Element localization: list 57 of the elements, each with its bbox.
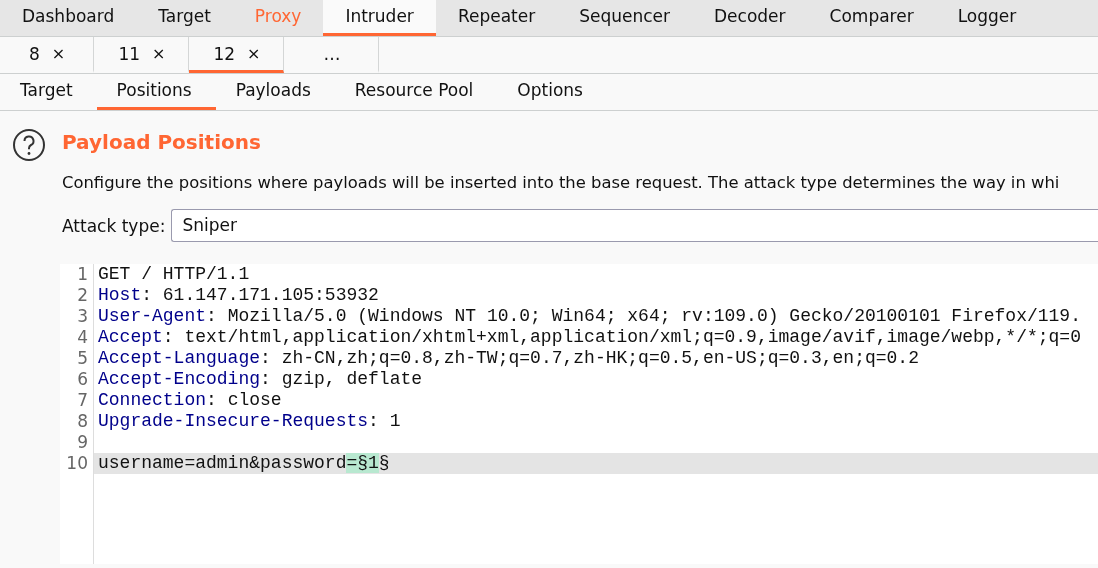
line-number: 1: [76, 264, 89, 285]
close-icon[interactable]: ×: [247, 44, 261, 63]
line-number: 8: [76, 411, 89, 432]
section-description: Configure the positions where payloads will be inserted into the base request. The attack type determines the way in whi: [62, 172, 1061, 194]
tab-label: 12: [213, 43, 236, 64]
header-name: Accept: [98, 327, 163, 347]
tab[interactable]: Target: [0, 74, 97, 110]
header-name: Connection: [98, 390, 207, 410]
header-value: : 61.147.171.105:53932: [141, 285, 379, 305]
attack-tab[interactable]: 12 ×: [189, 37, 284, 73]
tab-label: 8: [28, 43, 40, 64]
tab[interactable]: Logger: [935, 0, 1039, 36]
tab[interactable]: Intruder: [323, 0, 436, 36]
payload-marker: =§1: [346, 453, 379, 473]
tab[interactable]: Payloads: [215, 74, 335, 110]
tab-label: 11: [118, 43, 141, 64]
header-value: : zh-CN,zh;q=0.8,zh-TW;q=0.7,zh-HK;q=0.5,en-US;q=0.3,en;q=0.2: [260, 348, 919, 368]
header-name: Accept-Encoding: [98, 369, 261, 389]
line-number: 7: [76, 390, 89, 411]
line-number: 5: [76, 348, 89, 369]
code-text: username=admin&password: [98, 453, 347, 473]
close-icon[interactable]: ×: [51, 44, 66, 63]
tab[interactable]: Resource Pool: [334, 74, 498, 110]
tab[interactable]: Decoder: [692, 0, 808, 36]
line-number: 4: [76, 327, 89, 348]
attack-tab[interactable]: 8 ×: [0, 37, 94, 73]
tab[interactable]: Options: [497, 74, 607, 110]
close-icon[interactable]: ×: [152, 44, 166, 63]
tab[interactable]: Comparer: [807, 0, 936, 36]
header-name: Accept-Language: [98, 348, 261, 368]
header-value: : close: [206, 390, 282, 410]
line-number: 2: [76, 285, 89, 306]
attack-tab[interactable]: 11 ×: [94, 37, 189, 73]
attack-type-dropdown[interactable]: Sniper: [171, 209, 1098, 242]
line-number: 3: [76, 306, 89, 327]
tab[interactable]: Sequencer: [557, 0, 692, 36]
tab[interactable]: Positions: [96, 74, 216, 110]
code-line: GET / HTTP/1.1: [98, 264, 250, 284]
header-value: : text/html,application/xhtml+xml,application/xml;q=0.9,image/avif,image/webp,*/*;q=0: [162, 327, 1081, 347]
attack-tab[interactable]: …: [284, 37, 379, 73]
code-text: §: [378, 453, 390, 473]
line-number: 6: [76, 369, 89, 390]
tab-label: …: [323, 43, 341, 64]
header-name: User-Agent: [98, 306, 207, 326]
header-value: : Mozilla/5.0 (Windows NT 10.0; Win64; x64; rv:109.0) Gecko/20100101 Firefox/119.: [206, 306, 1081, 326]
attack-type-label: Attack type:: [62, 215, 166, 236]
header-value: : gzip, deflate: [260, 369, 423, 389]
tab[interactable]: Dashboard: [0, 0, 137, 36]
line-number: 9: [76, 432, 89, 453]
tab[interactable]: Repeater: [435, 0, 558, 36]
header-name: Host: [98, 285, 142, 305]
section-title: Payload Positions: [62, 129, 262, 156]
header-name: Upgrade-Insecure-Requests: [98, 411, 369, 431]
help-icon[interactable]: [12, 128, 46, 162]
tab[interactable]: Target: [136, 0, 233, 36]
request-editor[interactable]: [60, 264, 1098, 564]
header-value: : 1: [368, 411, 401, 431]
